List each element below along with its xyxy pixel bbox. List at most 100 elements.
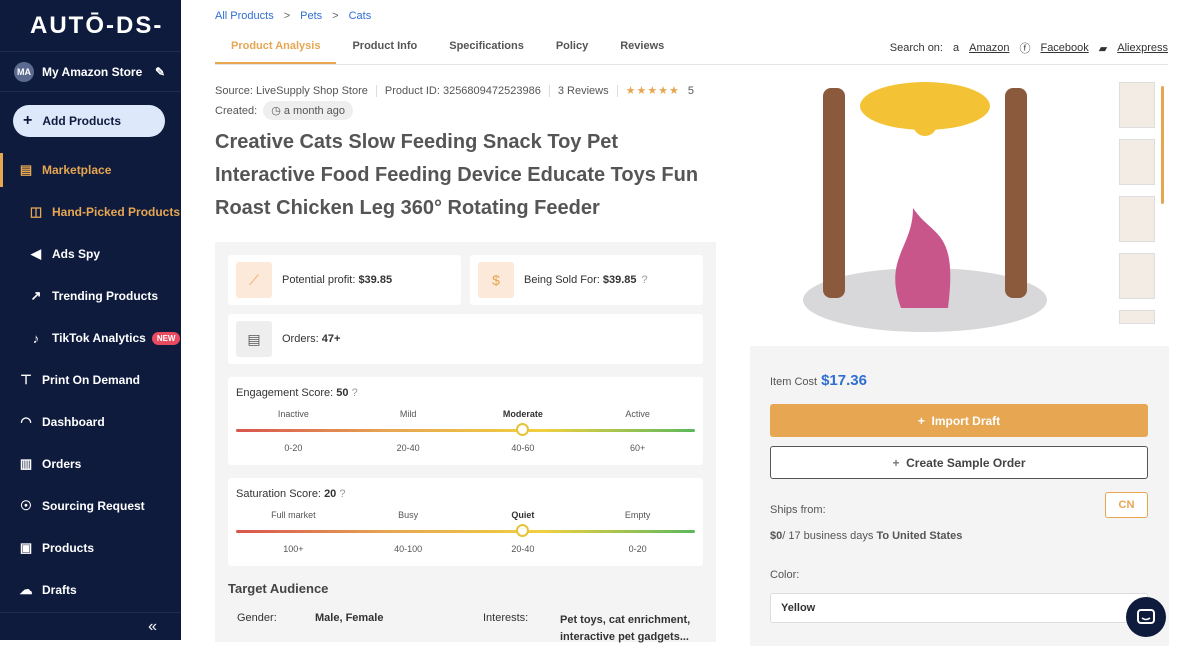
help-icon[interactable]: ? (352, 387, 358, 399)
sidebar-item-ads-spy[interactable]: ◀ Ads Spy (0, 233, 181, 275)
source-text: Source: LiveSupply Shop Store (215, 84, 368, 97)
user-search-icon: ☉ (20, 498, 32, 513)
aliexpress-link[interactable]: Aliexpress (1117, 42, 1168, 54)
analysis-panel: ⟋ Potential profit: $39.85 $ Being Sold … (215, 242, 716, 643)
level-label: Empty (624, 510, 651, 520)
thumbnail[interactable] (1119, 139, 1155, 185)
add-products-button[interactable]: + Add Products (13, 105, 165, 137)
purchase-panel: Item Cost $17.36 + Import Draft + Create … (750, 346, 1169, 646)
handpicked-icon: ◫ (29, 204, 43, 219)
thumbnail-scrollbar[interactable] (1161, 86, 1164, 204)
sidebar-item-label: Drafts (42, 583, 77, 597)
ships-from-label: Ships from: (770, 504, 826, 516)
tab-product-analysis[interactable]: Product Analysis (215, 30, 337, 64)
gender-value: Male, Female (315, 612, 384, 624)
breadcrumb-separator: > (283, 10, 291, 22)
clipboard-icon: ▥ (19, 456, 33, 471)
engagement-label: Engagement Score: (236, 387, 334, 399)
chicken-tip (913, 112, 937, 136)
thumbnail[interactable] (1119, 310, 1155, 324)
sidebar-item-tiktok[interactable]: ♪ TikTok Analytics NEW (0, 317, 181, 359)
sidebar-item-label: Orders (42, 457, 82, 471)
thumbnail[interactable] (1119, 253, 1155, 299)
ships-from-country[interactable]: CN (1105, 492, 1148, 518)
store-avatar: MA (14, 61, 34, 82)
help-icon[interactable]: ? (642, 274, 648, 286)
product-id: Product ID: 3256809472523986 (384, 84, 541, 97)
sidebar-item-trending[interactable]: ↗ Trending Products (0, 275, 181, 317)
sidebar-item-label: Sourcing Request (42, 499, 145, 513)
search-on-label: Search on: (889, 42, 943, 54)
breadcrumb-pets[interactable]: Pets (300, 10, 322, 22)
level-label: Mild (399, 409, 417, 419)
plus-icon: + (23, 112, 33, 129)
product-title: Creative Cats Slow Feeding Snack Toy Pet… (215, 131, 699, 219)
amazon-icon: a (952, 42, 960, 54)
help-icon[interactable]: ? (339, 488, 345, 500)
engagement-gradient-bar (236, 429, 695, 432)
sidebar-item-products[interactable]: ▣ Products (0, 527, 181, 569)
thumbnail[interactable] (1119, 196, 1155, 242)
create-sample-order-button[interactable]: + Create Sample Order (770, 446, 1148, 479)
tab-bar: Product Analysis Product Info Specificat… (215, 30, 680, 64)
potential-profit-card: ⟋ Potential profit: $39.85 (228, 255, 461, 305)
color-label: Color: (770, 569, 800, 581)
sidebar-item-drafts[interactable]: ☁ Drafts (0, 569, 181, 611)
color-select[interactable]: Yellow (770, 593, 1148, 623)
created-value: a month ago (283, 105, 346, 117)
thumbnail[interactable] (1119, 82, 1155, 128)
box-icon: ▣ (19, 540, 33, 555)
sidebar-item-label: Dashboard (42, 415, 105, 429)
level-label: Quiet (511, 510, 535, 520)
level-label: Busy (398, 510, 419, 520)
sidebar-item-label: Marketplace (42, 163, 112, 177)
target-audience-title: Target Audience (228, 581, 329, 596)
new-badge: NEW (151, 331, 181, 345)
facebook-link[interactable]: Facebook (1040, 42, 1088, 54)
amazon-link[interactable]: Amazon (969, 42, 1009, 54)
saturation-ranges: 100+ 40-100 20-40 0-20 (236, 544, 695, 554)
store-selector[interactable]: MA My Amazon Store ✎ (0, 52, 181, 92)
sidebar-item-orders[interactable]: ▥ Orders (0, 443, 181, 485)
tab-reviews[interactable]: Reviews (604, 30, 680, 64)
ship-destination: To United States (876, 530, 963, 542)
store-icon: ▤ (19, 162, 33, 177)
range-label: 20-40 (511, 544, 535, 554)
plus-icon: + (917, 413, 932, 428)
sidebar-item-dashboard[interactable]: ◠ Dashboard (0, 401, 181, 443)
tab-product-info[interactable]: Product Info (336, 30, 433, 64)
gauge-icon: ◠ (20, 414, 32, 429)
range-label: 100+ (283, 544, 304, 554)
created-label: Created: (215, 104, 258, 117)
sidebar-item-label: Print On Demand (42, 373, 141, 387)
sidebar-item-hand-picked[interactable]: ◫ Hand-Picked Products (0, 191, 181, 233)
sidebar-item-label: Ads Spy (52, 247, 101, 261)
saturation-label: Saturation Score: (236, 488, 321, 500)
sidebar-item-label: TikTok Analytics (52, 331, 146, 345)
reviews-count[interactable]: 3 Reviews (558, 85, 609, 97)
tiktok-icon: ♪ (32, 330, 40, 346)
sidebar-item-print-on-demand[interactable]: ⊤ Print On Demand (0, 359, 181, 401)
cost-value: $17.36 (821, 372, 867, 389)
meta-divider (375, 84, 377, 97)
sidebar-item-marketplace[interactable]: ▤ Marketplace (0, 149, 181, 191)
edit-icon[interactable]: ✎ (155, 65, 165, 79)
autods-logo[interactable]: AUTŌ-DS- (0, 0, 181, 52)
chat-button[interactable] (1126, 597, 1166, 637)
product-image[interactable] (783, 78, 1068, 338)
breadcrumb-cats[interactable]: Cats (349, 10, 372, 22)
sidebar-item-sourcing[interactable]: ☉ Sourcing Request (0, 485, 181, 527)
breadcrumb-all-products[interactable]: All Products (215, 10, 274, 22)
level-label: Inactive (277, 409, 309, 419)
tab-divider (215, 64, 1168, 65)
saturation-levels: Full market Busy Quiet Empty (236, 510, 695, 520)
import-draft-button[interactable]: + Import Draft (770, 404, 1148, 437)
tab-specifications[interactable]: Specifications (433, 30, 540, 64)
created-pill: ◷ a month ago (263, 101, 354, 120)
sidebar-item-label: Hand-Picked Products (52, 205, 181, 219)
engagement-ranges: 0-20 20-40 40-60 60+ (236, 443, 695, 453)
tab-policy[interactable]: Policy (540, 30, 604, 64)
saturation-indicator (516, 524, 529, 537)
rating-stars: ★★★★★ (625, 85, 680, 97)
collapse-sidebar-button[interactable]: « (0, 612, 181, 640)
